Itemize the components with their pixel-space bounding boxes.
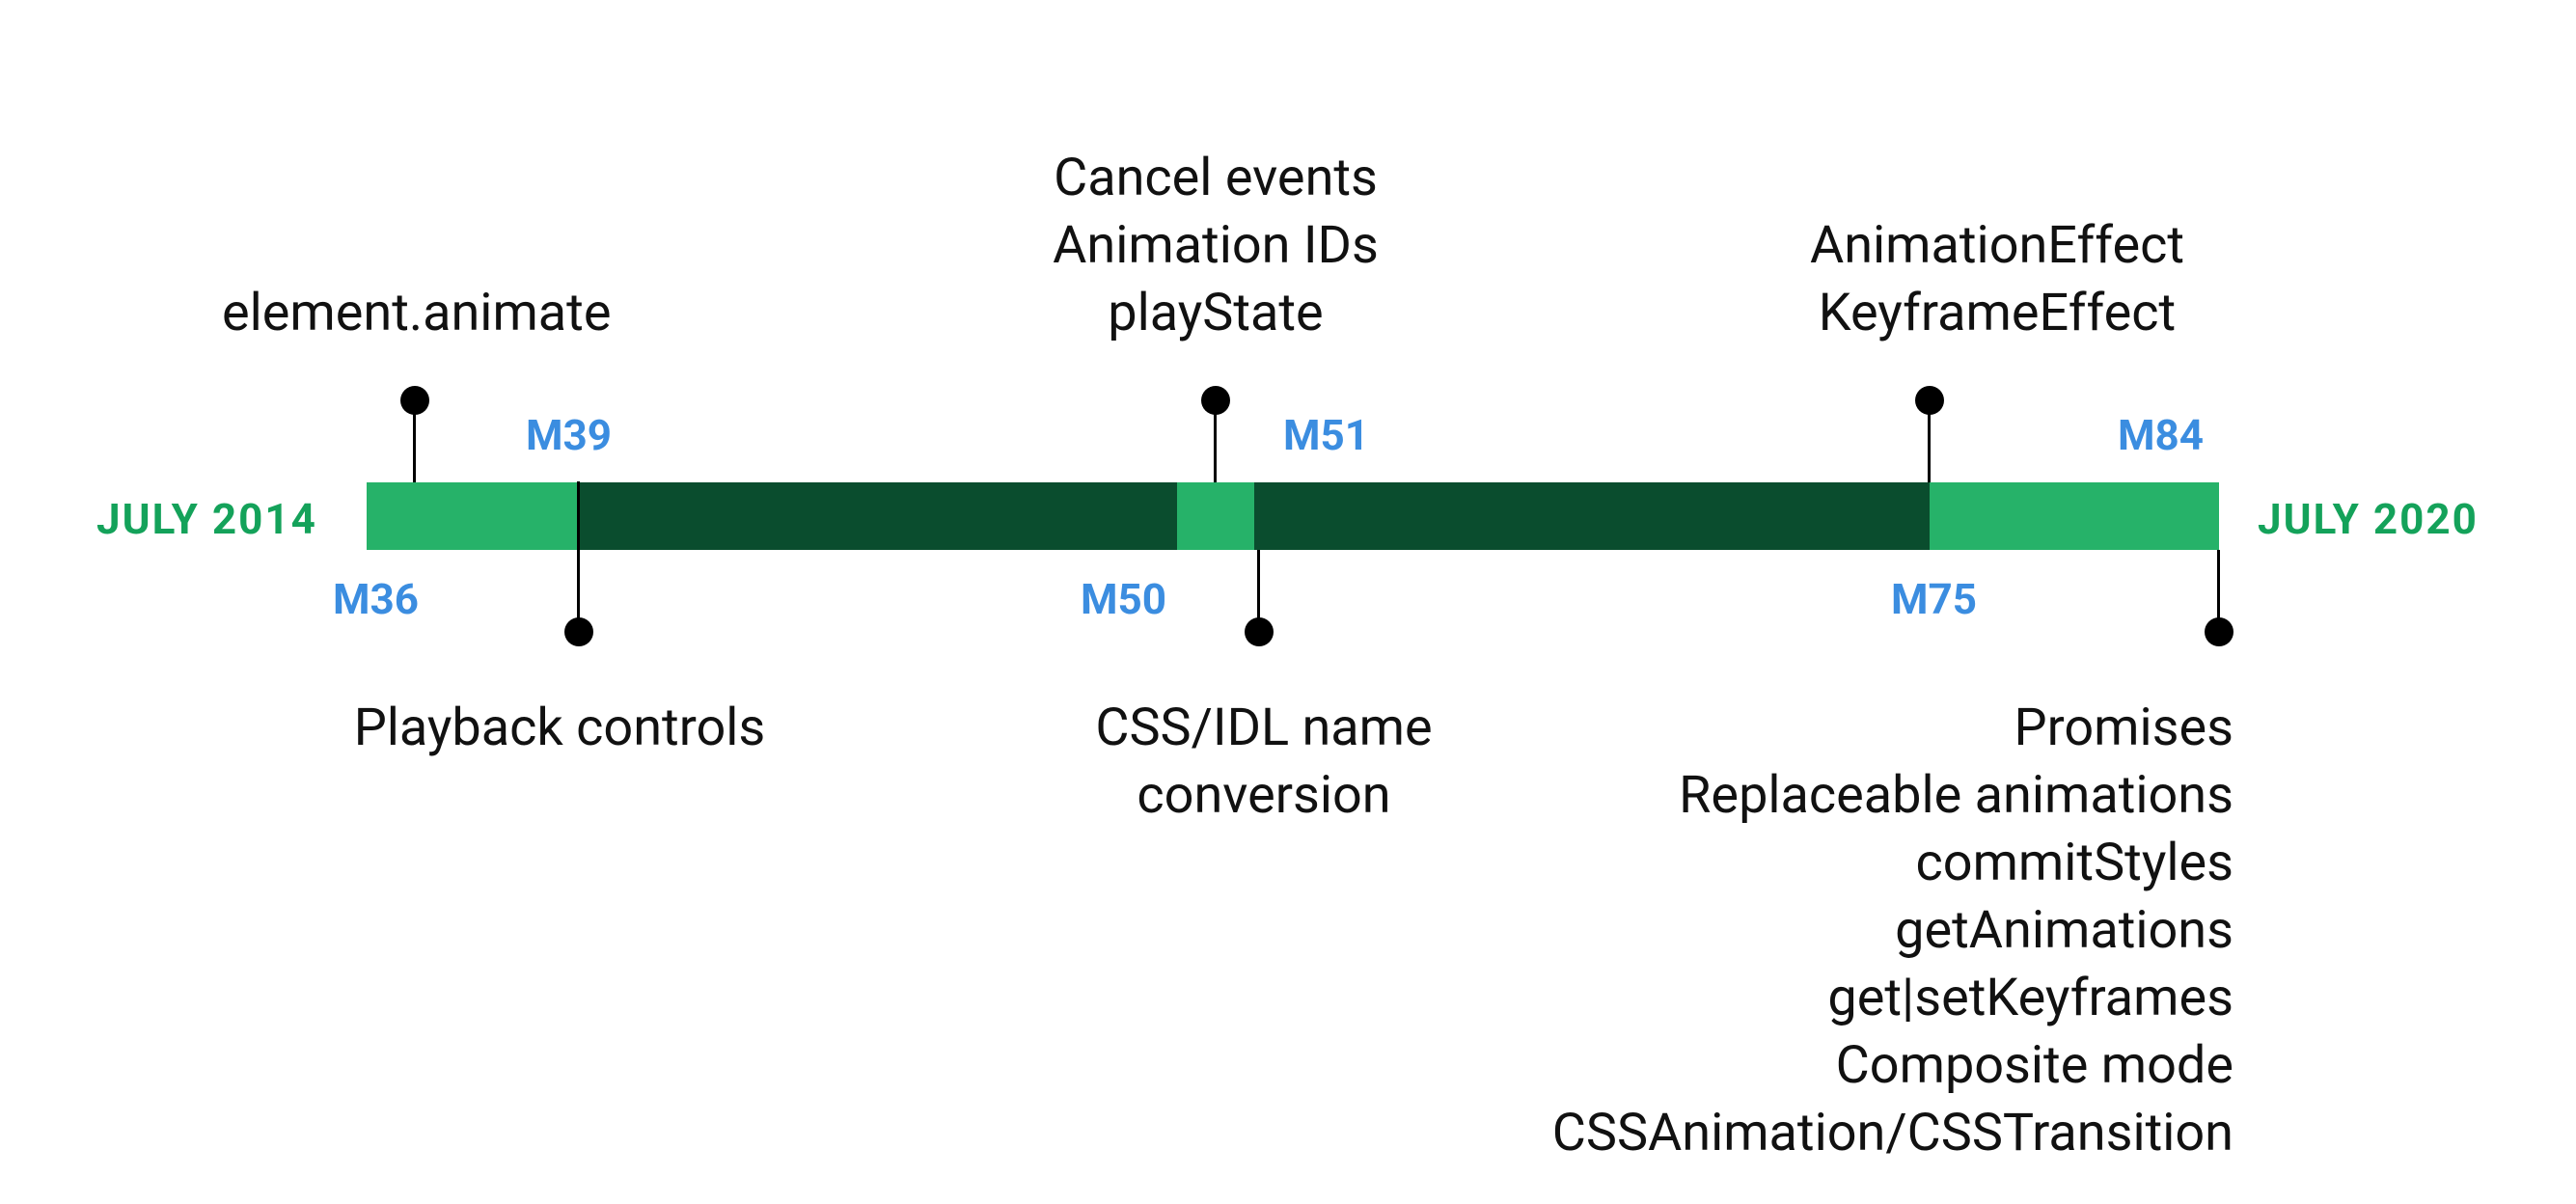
end-date-label: JULY 2020: [2258, 494, 2479, 544]
feature-m51-3: playState: [1023, 280, 1409, 347]
feature-m84-5: get|setKeyframes: [1447, 965, 2233, 1032]
feature-m75-2: KeyframeEffect: [1766, 280, 2229, 347]
dot-m84: [2205, 617, 2233, 646]
version-m50: M50: [1081, 574, 1166, 624]
feature-m84-1: Promises: [1447, 695, 2233, 762]
line-m39: [577, 481, 580, 626]
feature-m84-6: Composite mode: [1447, 1032, 2233, 1100]
feature-m39-1: Playback controls: [318, 695, 801, 762]
bar-segment-4: [1254, 482, 1930, 550]
bar-segment-3: [1177, 482, 1254, 550]
bar-segment-1: [367, 482, 579, 550]
feature-m50-1: CSS/IDL name: [1023, 695, 1505, 762]
start-date-label: JULY 2014: [96, 494, 317, 544]
feature-m84-2: Replaceable animations: [1447, 762, 2233, 830]
dot-m39: [564, 617, 593, 646]
feature-m84-7: CSSAnimation/CSSTransition: [1447, 1100, 2233, 1167]
version-m51: M51: [1283, 410, 1369, 460]
feature-m36-1: element.animate: [222, 280, 608, 347]
feature-m84-4: getAnimations: [1447, 897, 2233, 965]
feature-m75-1: AnimationEffect: [1766, 212, 2229, 280]
feature-m51-1: Cancel events: [1023, 145, 1409, 212]
feature-m51-2: Animation IDs: [1023, 212, 1409, 280]
line-m36: [413, 400, 416, 482]
line-m50: [1257, 550, 1260, 627]
line-m75: [1928, 400, 1931, 482]
version-m84: M84: [2118, 410, 2204, 460]
line-m51: [1214, 400, 1217, 482]
dot-m50: [1245, 617, 1274, 646]
bar-segment-5: [1930, 482, 2219, 550]
line-m84: [2217, 550, 2220, 627]
feature-m50-2: conversion: [1023, 762, 1505, 830]
timeline-diagram: JULY 2014 JULY 2020 element.animate M36 …: [0, 0, 2576, 1204]
version-m75: M75: [1891, 574, 1977, 624]
feature-m84-3: commitStyles: [1447, 830, 2233, 897]
version-m36: M36: [333, 574, 419, 624]
version-m39: M39: [526, 410, 612, 460]
bar-segment-2: [579, 482, 1177, 550]
